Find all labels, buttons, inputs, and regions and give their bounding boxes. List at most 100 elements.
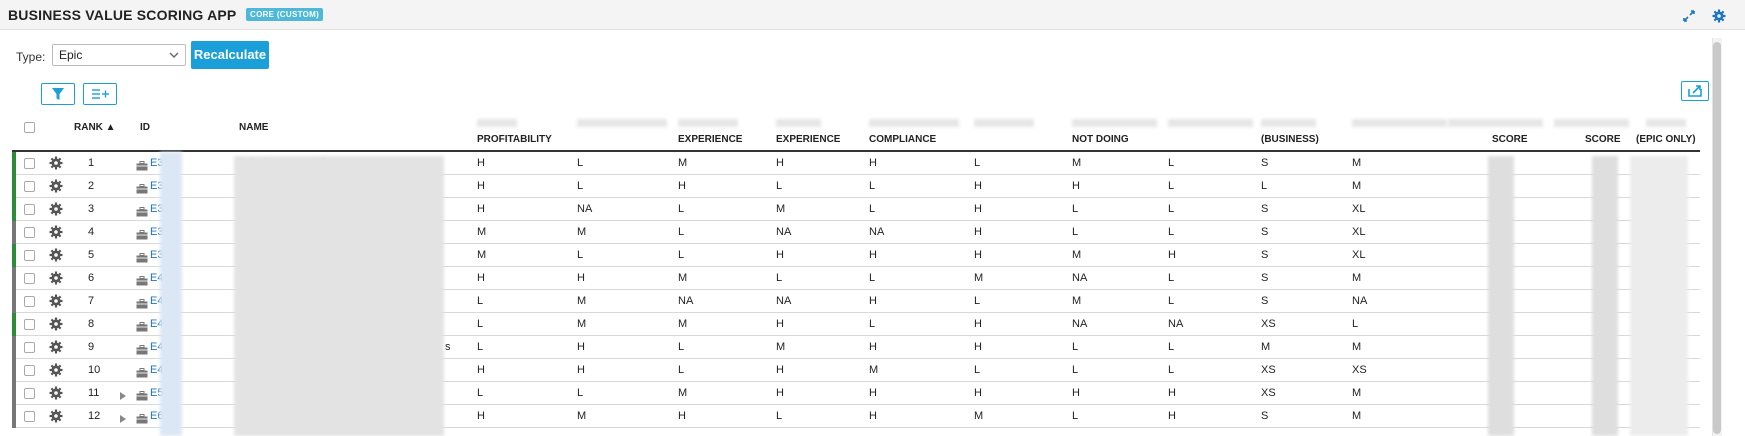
score-cell[interactable]: L xyxy=(1072,226,1078,238)
score-cell[interactable]: M xyxy=(1352,157,1361,169)
column-header-score-2[interactable]: SCORE xyxy=(1585,134,1621,145)
score-cell[interactable]: M xyxy=(678,387,687,399)
score-cell[interactable]: H xyxy=(869,387,877,399)
row-checkbox[interactable] xyxy=(24,273,35,284)
score-cell[interactable]: M xyxy=(477,249,486,261)
row-checkbox[interactable] xyxy=(24,365,35,376)
score-cell[interactable]: H xyxy=(974,341,982,353)
score-cell[interactable]: L xyxy=(974,157,980,169)
score-cell[interactable]: M xyxy=(477,226,486,238)
score-cell[interactable]: NA xyxy=(678,295,693,307)
score-cell[interactable]: L xyxy=(477,341,483,353)
score-cell[interactable]: L xyxy=(577,249,583,261)
row-gear-icon[interactable] xyxy=(48,247,64,263)
score-cell[interactable]: H xyxy=(974,226,982,238)
score-cell[interactable]: NA xyxy=(1168,318,1183,330)
row-checkbox[interactable] xyxy=(24,296,35,307)
score-cell[interactable]: H xyxy=(869,341,877,353)
score-cell[interactable]: S xyxy=(1261,272,1268,284)
export-button[interactable] xyxy=(1681,81,1709,101)
score-cell[interactable]: H xyxy=(1072,387,1080,399)
score-cell[interactable]: NA xyxy=(1072,272,1087,284)
score-cell[interactable]: L xyxy=(974,364,980,376)
score-cell[interactable]: L xyxy=(776,410,782,422)
filter-button[interactable] xyxy=(41,83,75,105)
score-cell[interactable]: M xyxy=(974,410,983,422)
score-cell[interactable]: XL xyxy=(1352,203,1365,215)
score-cell[interactable]: NA xyxy=(776,226,791,238)
score-cell[interactable]: M xyxy=(577,318,586,330)
score-cell[interactable]: H xyxy=(477,364,485,376)
score-cell[interactable]: M xyxy=(1352,272,1361,284)
row-gear-icon[interactable] xyxy=(48,178,64,194)
score-cell[interactable]: M xyxy=(1352,180,1361,192)
score-cell[interactable]: L xyxy=(1168,157,1174,169)
score-cell[interactable]: NA xyxy=(776,295,791,307)
score-cell[interactable]: L xyxy=(1072,364,1078,376)
score-cell[interactable]: S xyxy=(1261,157,1268,169)
score-cell[interactable]: H xyxy=(776,387,784,399)
column-header-name[interactable]: NAME xyxy=(239,122,268,133)
score-cell[interactable]: XS xyxy=(1261,387,1276,399)
score-cell[interactable]: H xyxy=(869,157,877,169)
score-cell[interactable]: S xyxy=(1261,203,1268,215)
type-select[interactable]: Epic xyxy=(52,44,186,66)
column-header-id[interactable]: ID xyxy=(140,122,150,133)
score-cell[interactable]: H xyxy=(776,364,784,376)
score-cell[interactable]: M xyxy=(577,226,586,238)
score-cell[interactable]: NA xyxy=(1072,318,1087,330)
settings-gear-icon[interactable] xyxy=(1711,8,1727,24)
name-cell[interactable]: s xyxy=(445,341,451,353)
score-cell[interactable]: L xyxy=(1168,295,1174,307)
score-cell[interactable]: L xyxy=(678,364,684,376)
score-cell[interactable]: XS xyxy=(1261,364,1276,376)
score-cell[interactable]: S xyxy=(1261,249,1268,261)
row-gear-icon[interactable] xyxy=(48,385,64,401)
score-cell[interactable]: XL xyxy=(1352,249,1365,261)
score-cell[interactable]: L xyxy=(1168,341,1174,353)
score-cell[interactable]: H xyxy=(776,157,784,169)
row-checkbox[interactable] xyxy=(24,181,35,192)
add-column-button[interactable] xyxy=(83,83,117,105)
score-cell[interactable]: L xyxy=(1168,226,1174,238)
row-gear-icon[interactable] xyxy=(48,362,64,378)
score-cell[interactable]: L xyxy=(869,272,875,284)
score-cell[interactable]: L xyxy=(1072,410,1078,422)
score-cell[interactable]: H xyxy=(678,410,686,422)
score-cell[interactable]: L xyxy=(1072,341,1078,353)
score-cell[interactable]: M xyxy=(1072,157,1081,169)
score-cell[interactable]: L xyxy=(1168,180,1174,192)
row-checkbox[interactable] xyxy=(24,204,35,215)
score-cell[interactable]: H xyxy=(1168,249,1176,261)
score-cell[interactable]: L xyxy=(1168,272,1174,284)
score-cell[interactable]: L xyxy=(678,226,684,238)
score-cell[interactable]: H xyxy=(1168,387,1176,399)
column-header-experience-2[interactable]: EXPERIENCE xyxy=(776,134,840,145)
row-checkbox[interactable] xyxy=(24,158,35,169)
score-cell[interactable]: M xyxy=(974,272,983,284)
score-cell[interactable]: L xyxy=(776,180,782,192)
score-cell[interactable]: M xyxy=(678,272,687,284)
column-header-experience[interactable]: EXPERIENCE xyxy=(678,134,742,145)
score-cell[interactable]: M xyxy=(577,295,586,307)
expand-icon[interactable] xyxy=(1681,8,1697,24)
score-cell[interactable]: M xyxy=(1072,295,1081,307)
score-cell[interactable]: M xyxy=(1261,341,1270,353)
score-cell[interactable]: M xyxy=(869,364,878,376)
row-checkbox[interactable] xyxy=(24,388,35,399)
score-cell[interactable]: M xyxy=(577,410,586,422)
score-cell[interactable]: L xyxy=(477,295,483,307)
row-gear-icon[interactable] xyxy=(48,408,64,424)
column-header-compliance[interactable]: COMPLIANCE xyxy=(869,134,936,145)
score-cell[interactable]: M xyxy=(1072,249,1081,261)
score-cell[interactable]: L xyxy=(477,318,483,330)
score-cell[interactable]: H xyxy=(974,180,982,192)
row-gear-icon[interactable] xyxy=(48,270,64,286)
column-header-not-doing[interactable]: NOT DOING xyxy=(1072,134,1129,145)
score-cell[interactable]: M xyxy=(1352,341,1361,353)
score-cell[interactable]: H xyxy=(477,272,485,284)
score-cell[interactable]: H xyxy=(477,410,485,422)
column-header-business[interactable]: (BUSINESS) xyxy=(1261,134,1319,145)
row-gear-icon[interactable] xyxy=(48,224,64,240)
score-cell[interactable]: M xyxy=(1352,387,1361,399)
